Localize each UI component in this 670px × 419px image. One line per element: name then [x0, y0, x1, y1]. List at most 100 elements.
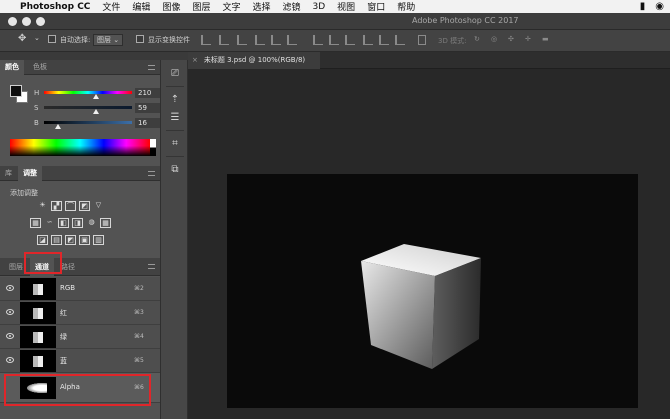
menu-layer[interactable]: 图层 [192, 0, 210, 13]
slider-saturation[interactable]: S 59 % [34, 103, 184, 115]
history-icon[interactable]: ⎚ [169, 68, 181, 80]
tab-paths[interactable]: 路径 [56, 258, 80, 276]
black-white-swatch[interactable] [150, 139, 156, 156]
brightness-thumb[interactable] [55, 124, 61, 129]
channel-row-red[interactable]: 红 ⌘3 [0, 301, 160, 325]
tab-adjustments[interactable]: 调整 [18, 166, 42, 181]
menu-select[interactable]: 选择 [252, 0, 270, 13]
adjust-brush-icon[interactable]: ⇡ [169, 94, 181, 106]
color-spectrum[interactable] [10, 139, 150, 156]
slider-label: H [34, 89, 40, 97]
adjustment-row-2: ▦ ∽ ◧ ◨ ◍ ▦ [30, 218, 111, 228]
levels-icon[interactable]: ▞ [51, 201, 62, 211]
channel-row-green[interactable]: 绿 ⌘4 [0, 325, 160, 349]
slider-brightness[interactable]: B 16 % [34, 118, 184, 130]
selective-color-icon[interactable]: ▣ [79, 235, 90, 245]
channel-row-alpha[interactable]: Alpha ⌘6 [0, 373, 160, 403]
adjustment-row-3: ◪ ▤ ◩ ▣ ▥ [37, 235, 104, 245]
align-center-icon[interactable] [271, 35, 281, 45]
vibrance-icon[interactable]: ▦ [30, 218, 41, 228]
hue-thumb[interactable] [93, 94, 99, 99]
gradient-triangle-icon[interactable]: ▽ [93, 201, 104, 211]
bookmark-icon[interactable]: ▮ [640, 1, 646, 12]
panel-menu-icon[interactable] [148, 264, 155, 269]
menu-image[interactable]: 图像 [162, 0, 180, 13]
minimize-window-button[interactable] [22, 17, 31, 26]
posterize-icon[interactable]: ▤ [51, 235, 62, 245]
3d-rotate-icon[interactable]: ↻ [474, 35, 480, 43]
foreground-color-swatch[interactable] [10, 85, 22, 97]
tab-libraries[interactable]: 库 [0, 166, 17, 181]
tab-color[interactable]: 颜色 [0, 60, 24, 75]
eye-icon[interactable] [6, 285, 14, 291]
menu-edit[interactable]: 编辑 [132, 0, 150, 13]
invert-icon[interactable]: ◪ [37, 235, 48, 245]
menu-file[interactable]: 文件 [102, 0, 120, 13]
3d-scale-icon[interactable]: ▬ [542, 35, 549, 43]
document-tab[interactable]: × 未标题 3.psd @ 100%(RGB/8) [188, 52, 320, 69]
color-balance-icon[interactable]: ◧ [58, 218, 69, 228]
crop-icon[interactable]: ⌗ [169, 138, 181, 150]
black-white-icon[interactable]: ◨ [72, 218, 83, 228]
eye-icon[interactable] [6, 357, 14, 363]
align-top-icon[interactable] [201, 35, 211, 45]
channel-row-blue[interactable]: 蓝 ⌘5 [0, 349, 160, 373]
distribute-middle-icon[interactable] [329, 35, 339, 45]
adjust-panel-tabs: 库 调整 [0, 166, 160, 181]
tab-channels[interactable]: 通道 [30, 258, 54, 276]
close-icon[interactable]: × [192, 56, 198, 64]
photo-filter-icon[interactable]: ◍ [86, 218, 97, 228]
saturation-track[interactable] [44, 106, 132, 109]
menu-3d[interactable]: 3D [313, 2, 326, 12]
curves-icon[interactable]: ⌒ [65, 201, 76, 211]
eye-icon[interactable] [6, 333, 14, 339]
tab-swatches[interactable]: 色板 [28, 60, 52, 75]
panel-collapse-strip[interactable] [0, 52, 188, 60]
hue-track[interactable] [44, 91, 132, 94]
align-right-icon[interactable] [287, 35, 297, 45]
clone-source-icon[interactable]: ⧉ [169, 164, 181, 176]
menu-app-name[interactable]: Photoshop CC [20, 2, 90, 12]
distribute-right-icon[interactable] [395, 35, 405, 45]
distribute-bottom-icon[interactable] [345, 35, 355, 45]
slider-hue[interactable]: H 210 ° [34, 88, 181, 100]
menu-view[interactable]: 视图 [337, 0, 355, 13]
3d-drag-icon[interactable]: ✣ [508, 35, 514, 43]
distribute-left-icon[interactable] [363, 35, 373, 45]
show-transform-checkbox[interactable] [136, 35, 144, 43]
close-window-button[interactable] [8, 17, 17, 26]
auto-align-icon[interactable] [418, 35, 426, 45]
auto-select-dropdown[interactable]: 图层 ⌄ [93, 34, 124, 46]
align-bottom-icon[interactable] [237, 35, 247, 45]
panel-menu-icon[interactable] [148, 171, 155, 176]
document-canvas[interactable] [227, 174, 638, 408]
saturation-thumb[interactable] [93, 109, 99, 114]
channel-name: 绿 [60, 333, 67, 341]
menu-type[interactable]: 文字 [222, 0, 240, 13]
align-middle-icon[interactable] [219, 35, 229, 45]
distribute-top-icon[interactable] [313, 35, 323, 45]
chevron-down-icon[interactable]: ⌄ [34, 34, 40, 42]
channel-mixer-icon[interactable]: ▦ [100, 218, 111, 228]
tab-layers[interactable]: 图层 [4, 258, 28, 276]
auto-select-checkbox[interactable] [48, 35, 56, 43]
threshold-icon[interactable]: ◩ [65, 235, 76, 245]
menu-filter[interactable]: 滤镜 [283, 0, 301, 13]
3d-slide-icon[interactable]: ✛ [525, 35, 531, 43]
move-tool-preset-icon[interactable]: ✥ [18, 33, 26, 44]
panel-menu-icon[interactable] [148, 65, 155, 70]
status-icon[interactable]: ◉ [655, 1, 664, 12]
align-left-icon[interactable] [255, 35, 265, 45]
eye-icon[interactable] [6, 309, 14, 315]
zoom-window-button[interactable] [36, 17, 45, 26]
3d-roll-icon[interactable]: ◎ [491, 35, 497, 43]
brightness-adjust-icon[interactable]: ☀ [37, 201, 48, 211]
hue-saturation-icon[interactable]: ∽ [44, 218, 55, 228]
menu-help[interactable]: 帮助 [397, 0, 415, 13]
exposure-icon[interactable]: ◩ [79, 201, 90, 211]
gradient-map-icon[interactable]: ▥ [93, 235, 104, 245]
menu-window[interactable]: 窗口 [367, 0, 385, 13]
channel-row-rgb[interactable]: RGB ⌘2 [0, 277, 160, 301]
distribute-center-icon[interactable] [379, 35, 389, 45]
properties-icon[interactable]: ☰ [169, 112, 181, 124]
